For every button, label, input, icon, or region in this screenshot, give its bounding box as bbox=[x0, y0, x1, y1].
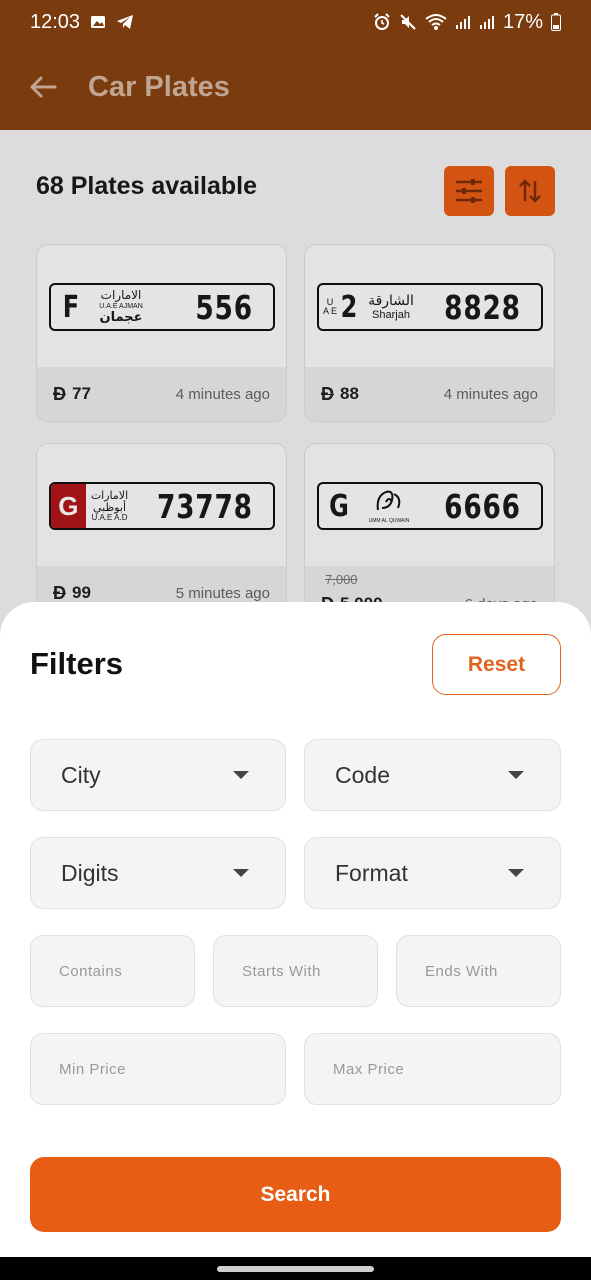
contains-placeholder: Contains bbox=[59, 962, 123, 980]
reset-button[interactable]: Reset bbox=[432, 634, 561, 695]
system-nav-bar bbox=[0, 1257, 591, 1280]
wifi-icon bbox=[425, 13, 447, 31]
search-button[interactable]: Search bbox=[30, 1157, 561, 1232]
max-price-input[interactable]: Max Price bbox=[304, 1033, 561, 1105]
format-label: Format bbox=[335, 859, 408, 886]
city-label: City bbox=[61, 761, 101, 788]
back-button[interactable] bbox=[28, 72, 58, 102]
status-bar: 12:03 17% bbox=[0, 0, 591, 44]
starts-with-placeholder: Starts With bbox=[242, 962, 321, 980]
contains-input[interactable]: Contains bbox=[30, 935, 195, 1007]
caret-down-icon bbox=[233, 771, 249, 779]
battery-icon bbox=[551, 13, 561, 31]
mute-icon bbox=[399, 13, 417, 31]
starts-with-input[interactable]: Starts With bbox=[213, 935, 378, 1007]
caret-down-icon bbox=[233, 869, 249, 877]
digits-dropdown[interactable]: Digits bbox=[30, 837, 286, 909]
code-dropdown[interactable]: Code bbox=[304, 739, 561, 811]
min-price-input[interactable]: Min Price bbox=[30, 1033, 286, 1105]
image-icon bbox=[90, 14, 106, 30]
city-dropdown[interactable]: City bbox=[30, 739, 286, 811]
alarm-icon bbox=[373, 13, 391, 31]
digits-label: Digits bbox=[61, 859, 119, 886]
signal-icon bbox=[455, 14, 471, 30]
format-dropdown[interactable]: Format bbox=[304, 837, 561, 909]
filters-sheet: Filters Reset City Code Digits Format Co… bbox=[0, 602, 591, 1257]
min-price-placeholder: Min Price bbox=[59, 1060, 127, 1078]
signal-icon bbox=[479, 14, 495, 30]
status-time: 12:03 bbox=[30, 10, 81, 33]
max-price-placeholder: Max Price bbox=[333, 1060, 405, 1078]
caret-down-icon bbox=[508, 771, 524, 779]
page-title: Car Plates bbox=[88, 70, 230, 103]
home-handle[interactable] bbox=[217, 1266, 374, 1272]
ends-with-placeholder: Ends With bbox=[425, 962, 498, 980]
telegram-icon bbox=[116, 14, 134, 30]
app-bar: Car Plates bbox=[0, 44, 591, 130]
caret-down-icon bbox=[508, 869, 524, 877]
filters-title: Filters bbox=[30, 646, 124, 681]
battery-percent: 17% bbox=[502, 10, 543, 33]
code-label: Code bbox=[335, 761, 390, 788]
arrow-left-icon bbox=[30, 76, 57, 98]
ends-with-input[interactable]: Ends With bbox=[396, 935, 561, 1007]
